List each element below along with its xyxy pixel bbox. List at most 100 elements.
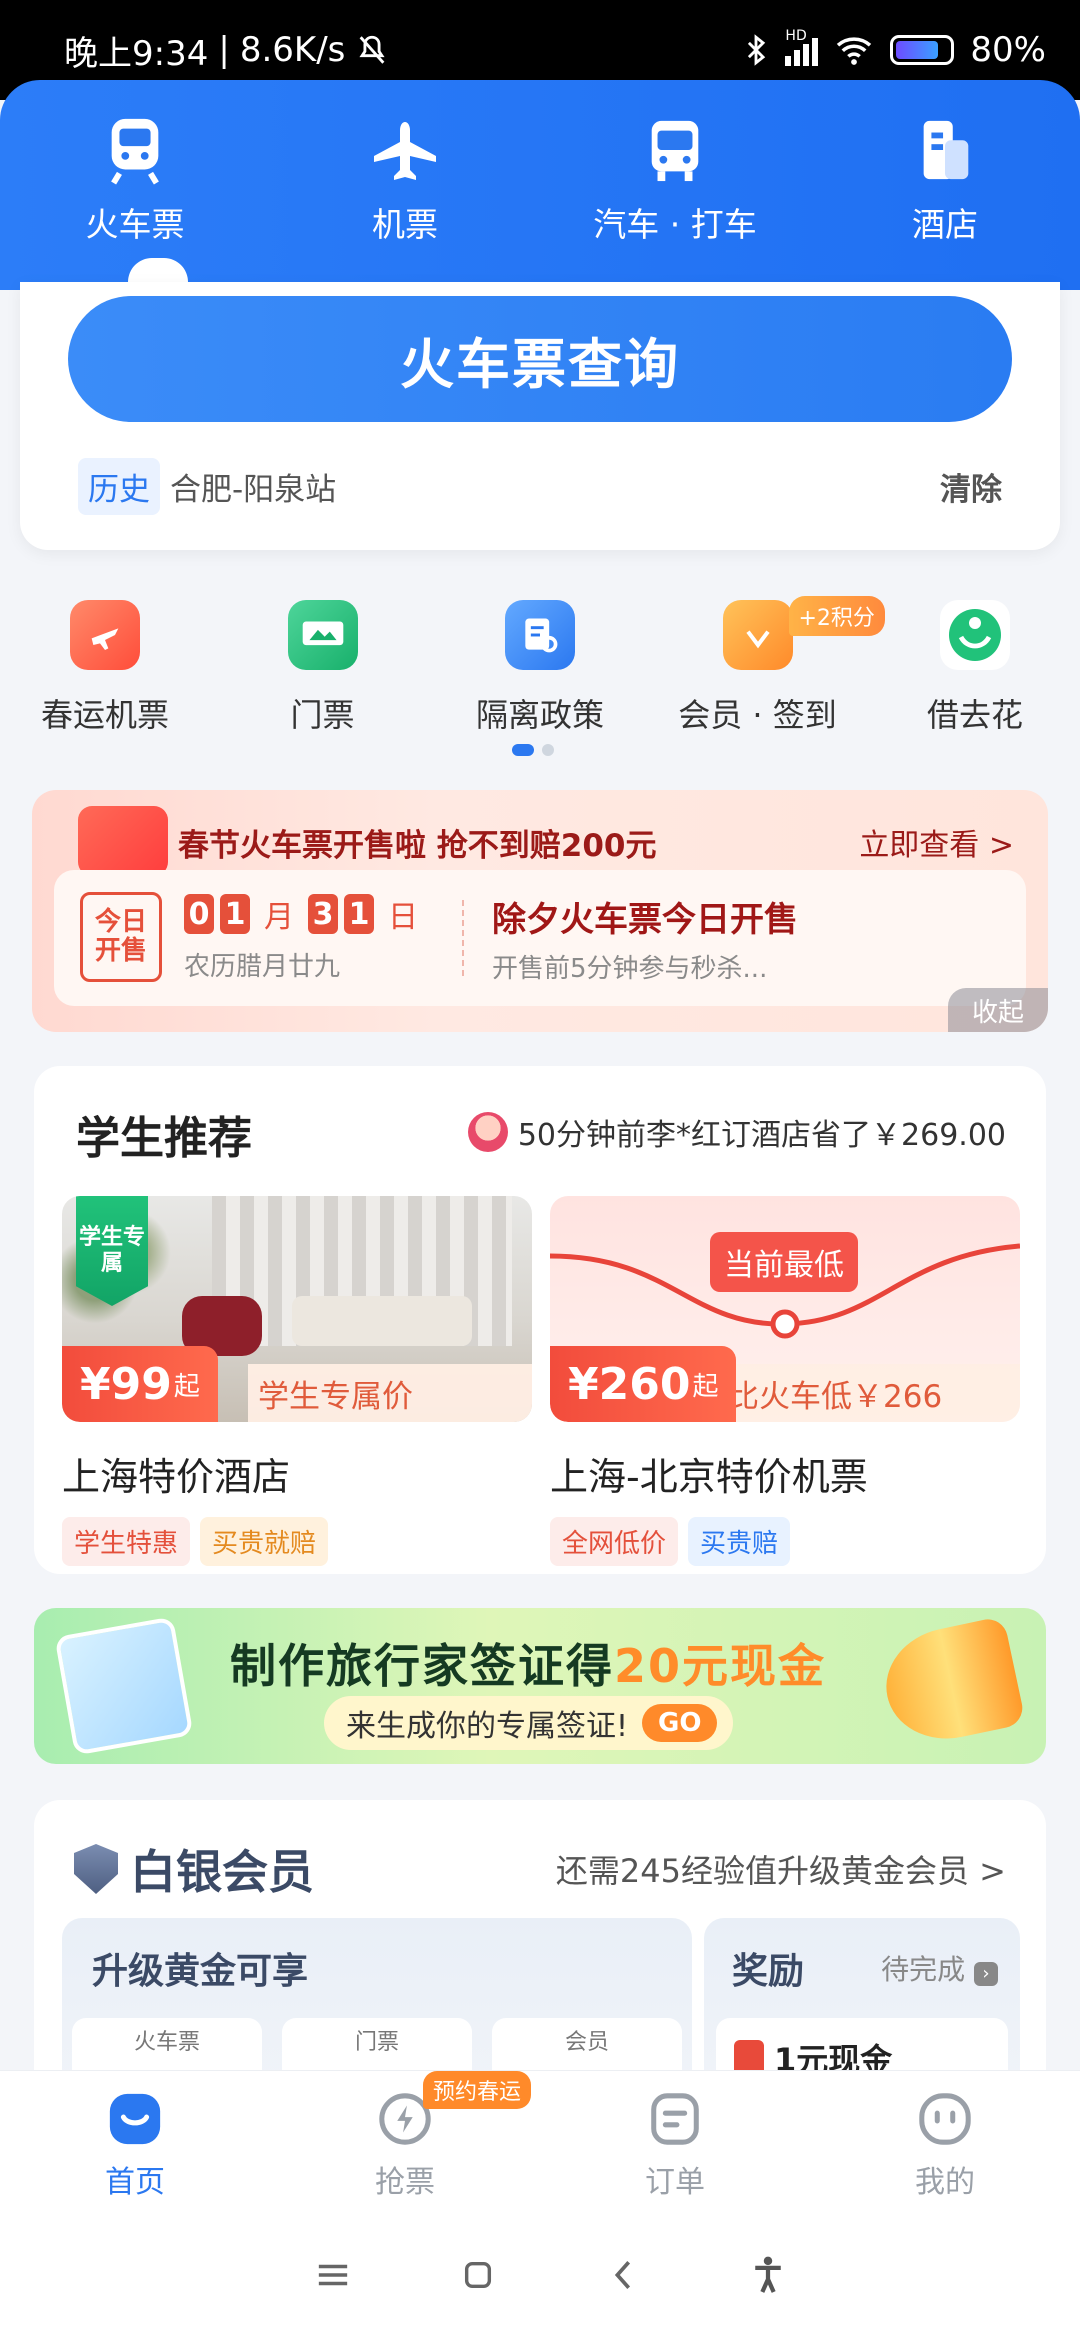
back-icon[interactable] <box>593 2245 653 2305</box>
profile-face-icon <box>915 2089 975 2149</box>
menu-icon[interactable] <box>303 2245 363 2305</box>
history-row: 历史 合肥-阳泉站 清除 <box>78 458 1002 515</box>
nav-home[interactable]: 首页 <box>35 2071 235 2210</box>
home-square-icon[interactable] <box>448 2245 508 2305</box>
accessibility-icon[interactable] <box>738 2245 798 2305</box>
deal-price: ¥99 起 <box>62 1346 218 1422</box>
points-badge: +2积分 <box>788 596 885 636</box>
tab-flight[interactable]: 机票 <box>285 110 525 246</box>
lowest-price-badge: 当前最低 <box>710 1232 858 1292</box>
deal-tag: 学生特惠 <box>62 1517 191 1566</box>
quick-item-spring-flight[interactable]: 春运机票 <box>30 600 180 736</box>
member-title: 白银会员 <box>74 1836 314 1902</box>
date-digit: 3 <box>308 894 338 934</box>
signal-icon: HD <box>785 28 819 66</box>
quick-item-jiequhua[interactable]: 借去花 <box>900 600 1050 736</box>
today-sale-stamp: 今日 开售 <box>80 892 162 982</box>
deal-tag: 买贵赔 <box>688 1517 791 1566</box>
rewards-status-text: 待完成 <box>881 1953 966 1986</box>
sofa-shape <box>292 1296 472 1346</box>
deal-flight[interactable]: 当前最低 比火车低￥266 ¥260 起 上海-北京特价机票 全网低价 买贵赔 <box>550 1196 1020 1566</box>
nav-grab-ticket[interactable]: 预约春运 抢票 <box>305 2071 532 2210</box>
visa-cta[interactable]: 来生成你的专属签证! GO <box>324 1696 734 1750</box>
quick-label: 借去花 <box>926 696 1023 734</box>
tab-bus-taxi[interactable]: 汽车 · 打车 <box>555 110 795 246</box>
status-left: 晚上9:34 | 8.6K/s <box>64 26 389 75</box>
hotel-icon <box>905 110 985 190</box>
view-now-link[interactable]: 立即查看 > <box>859 820 1014 864</box>
postcard-icon <box>54 1616 194 1756</box>
spring-festival-banner[interactable]: 春节火车票开售啦 抢不到赔200元 立即查看 > 今日 开售 0 1 月 3 1… <box>32 790 1048 1032</box>
nav-label: 订单 <box>645 2165 705 2200</box>
flower-credit-icon <box>940 600 1010 670</box>
tab-flight-label: 机票 <box>372 205 438 244</box>
section-title: 学生推荐 <box>76 1113 252 1164</box>
spring-flight-icon <box>70 600 140 670</box>
history-item[interactable]: 合肥-阳泉站 <box>170 464 336 509</box>
upgrade-link[interactable]: 还需245经验值升级黄金会员 > <box>556 1846 1006 1892</box>
nav-orders[interactable]: 订单 <box>575 2071 775 2210</box>
tab-hotel[interactable]: 酒店 <box>825 110 1065 246</box>
collapse-button[interactable]: 收起 <box>948 988 1048 1032</box>
tab-bus-label: 汽车 · 打车 <box>593 205 757 244</box>
go-button[interactable]: GO <box>642 1704 718 1742</box>
battery-level: 80% <box>970 30 1046 70</box>
status-divider: | <box>218 30 230 70</box>
divider <box>462 900 464 976</box>
quick-item-tickets[interactable]: 门票 <box>248 600 398 736</box>
visa-title: 制作旅行家签证得20元现金 <box>230 1630 826 1696</box>
gold-scroll-icon <box>875 1615 1027 1751</box>
reserve-spring-badge: 预约春运 <box>423 2071 532 2109</box>
bottom-nav: 首页 预约春运 抢票 订单 我的 <box>0 2070 1080 2210</box>
hotel-photo: 学生专属 学生专属价 ¥99 起 <box>62 1196 532 1422</box>
sale-date: 0 1 月 3 1 日 <box>184 892 418 936</box>
member-checkin-icon <box>722 600 793 670</box>
savings-text: 50分钟前李*红订酒店省了￥269.00 <box>517 1118 1006 1153</box>
student-recommend-card: 学生推荐 50分钟前李*红订酒店省了￥269.00 学生专属 学生专属价 ¥99… <box>34 1066 1046 1574</box>
page-dot <box>542 744 554 756</box>
system-nav-bar <box>0 2210 1080 2340</box>
sale-subtitle: 开售前5分钟参与秒杀... <box>492 954 768 984</box>
page-indicator <box>512 744 554 756</box>
mute-bell-icon <box>359 35 385 64</box>
price-suffix: 起 <box>692 1371 719 1402</box>
month-unit: 月 <box>264 900 294 935</box>
hd-label: HD <box>785 28 807 44</box>
deal-tagline: 学生专属价 <box>248 1364 532 1422</box>
travel-visa-banner[interactable]: 制作旅行家签证得20元现金 来生成你的专属签证! GO <box>34 1608 1046 1764</box>
date-digit: 0 <box>184 894 214 934</box>
benefits-title: 升级黄金可享 <box>92 1951 309 1992</box>
quick-label: 门票 <box>290 696 355 734</box>
nav-profile[interactable]: 我的 <box>845 2071 1045 2210</box>
train-query-button[interactable]: 火车票查询 <box>68 296 1012 422</box>
order-icon <box>645 2089 705 2149</box>
quick-item-member-checkin[interactable]: +2积分 会员 · 签到 <box>678 596 885 736</box>
quick-item-quarantine-policy[interactable]: 隔离政策 <box>465 600 615 736</box>
price-value: ¥99 <box>80 1358 172 1410</box>
status-time: 晚上9:34 <box>64 33 209 74</box>
quick-label: 会员 · 签到 <box>678 696 837 734</box>
visa-title-text: 制作旅行家签证得 <box>230 1639 614 1693</box>
visa-subtitle: 来生成你的专属签证! <box>346 1709 629 1744</box>
savings-ticker: 50分钟前李*红订酒店省了￥269.00 <box>467 1110 1006 1154</box>
price-curve-graphic: 当前最低 比火车低￥266 ¥260 起 <box>550 1196 1020 1422</box>
home-icon <box>105 2089 165 2149</box>
wifi-icon <box>837 37 872 65</box>
visa-title-highlight: 20元现金 <box>614 1639 827 1693</box>
spring-sale-panel: 今日 开售 0 1 月 3 1 日 农历腊月廿九 除夕火车票今日开售 开售前5分… <box>54 870 1026 1006</box>
gift-icon <box>78 806 168 876</box>
day-unit: 日 <box>388 900 418 935</box>
stamp-line: 今日 <box>94 907 147 938</box>
nav-label: 我的 <box>915 2165 975 2200</box>
sale-title: 除夕火车票今日开售 <box>492 900 798 940</box>
price-value: ¥260 <box>568 1358 691 1410</box>
spring-headline: 春节火车票开售啦 抢不到赔200元 <box>178 828 657 864</box>
train-icon <box>95 110 175 190</box>
deal-hotel[interactable]: 学生专属 学生专属价 ¥99 起 上海特价酒店 学生特惠 买贵就赔 <box>62 1196 532 1566</box>
student-exclusive-badge: 学生专属 <box>76 1196 148 1306</box>
deal-tagline: 比火车低￥266 <box>718 1364 1020 1422</box>
clear-history-button[interactable]: 清除 <box>940 464 1002 509</box>
deal-tag: 全网低价 <box>550 1517 679 1566</box>
tab-train[interactable]: 火车票 <box>15 110 255 246</box>
deal-tags: 学生特惠 买贵就赔 <box>62 1517 532 1566</box>
